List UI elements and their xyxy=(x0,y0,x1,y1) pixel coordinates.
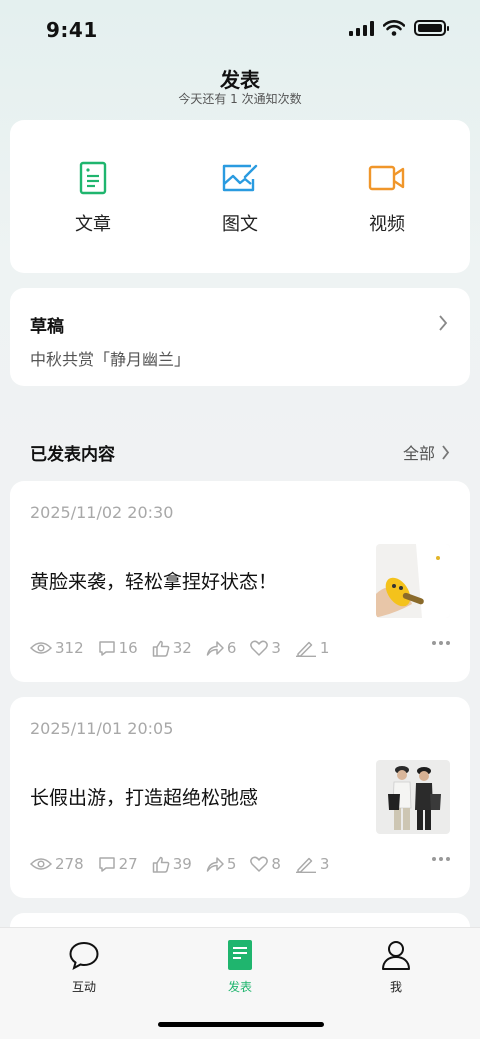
shares-count: 6 xyxy=(226,639,237,657)
publish-video-label: 视频 xyxy=(369,214,405,235)
more-options-icon[interactable] xyxy=(432,857,450,861)
post-title: 黄脸来袭，轻松拿捏好状态！ xyxy=(30,571,278,593)
draft-card[interactable]: 草稿 中秋共赏「静月幽兰」 xyxy=(10,288,470,386)
eye-icon xyxy=(30,858,52,870)
image-edit-icon xyxy=(185,160,295,196)
publish-article-button[interactable]: 文章 xyxy=(38,160,148,236)
edits-count: 3 xyxy=(319,855,330,873)
comments-count: 16 xyxy=(118,639,138,657)
person-icon xyxy=(346,938,446,972)
views-stat: 278 xyxy=(30,855,84,873)
tab-publish[interactable]: 发表 xyxy=(190,938,290,995)
comment-icon xyxy=(98,641,115,656)
views-count: 278 xyxy=(55,855,84,873)
favorites-stat: 3 xyxy=(250,639,281,657)
post-stats: 312 16 32 6 3 1 xyxy=(30,639,343,657)
favorites-stat: 8 xyxy=(250,855,281,873)
tab-interaction[interactable]: 互动 xyxy=(34,938,134,995)
status-icons xyxy=(349,20,449,36)
published-section-title: 已发表内容 xyxy=(30,445,115,465)
share-icon xyxy=(206,857,224,872)
publish-image-text-label: 图文 xyxy=(222,214,258,235)
wifi-icon xyxy=(383,20,405,36)
page-subtitle: 今天还有 1 次通知次数 xyxy=(178,92,302,106)
likes-stat: 32 xyxy=(152,639,192,657)
views-count: 312 xyxy=(55,639,84,657)
publish-video-button[interactable]: 视频 xyxy=(332,160,442,236)
chevron-right-icon xyxy=(442,444,450,460)
tab-publish-label: 发表 xyxy=(227,980,252,994)
shares-stat: 5 xyxy=(206,855,237,873)
bottom-tab-bar: 互动 发表 我 xyxy=(0,927,480,1039)
likes-count: 32 xyxy=(172,639,192,657)
thumbs-up-icon xyxy=(152,856,170,873)
tab-me[interactable]: 我 xyxy=(346,938,446,995)
post-card[interactable]: 2025/11/02 20:30 黄脸来袭，轻松拿捏好状态！ 312 16 32 xyxy=(10,481,470,682)
battery-icon xyxy=(414,20,449,36)
edits-count: 1 xyxy=(319,639,330,657)
more-options-icon[interactable] xyxy=(432,641,450,645)
pen-icon xyxy=(295,641,316,657)
tab-interaction-label: 互动 xyxy=(71,980,96,994)
likes-stat: 39 xyxy=(152,855,192,873)
status-bar: 9:41 xyxy=(0,0,480,60)
page-title: 发表 xyxy=(220,68,260,92)
pen-icon xyxy=(295,857,316,873)
views-stat: 312 xyxy=(30,639,84,657)
home-indicator[interactable] xyxy=(158,1022,324,1027)
tab-me-label: 我 xyxy=(389,980,402,994)
video-camera-icon xyxy=(332,160,442,196)
shares-count: 5 xyxy=(226,855,237,873)
post-stats: 278 27 39 5 8 3 xyxy=(30,855,343,873)
view-all-label: 全部 xyxy=(402,444,435,463)
publish-document-icon xyxy=(190,938,290,972)
post-date: 2025/11/01 20:05 xyxy=(30,719,174,738)
comments-count: 27 xyxy=(118,855,138,873)
comments-stat: 27 xyxy=(98,855,138,873)
post-thumbnail xyxy=(376,760,450,834)
draft-title: 草稿 xyxy=(30,317,64,337)
favorites-count: 8 xyxy=(271,855,281,873)
comment-icon xyxy=(98,857,115,872)
chat-bubble-icon xyxy=(34,938,134,972)
edits-stat: 3 xyxy=(295,855,330,873)
chevron-right-icon xyxy=(439,315,448,331)
publish-image-text-button[interactable]: 图文 xyxy=(185,160,295,236)
comments-stat: 16 xyxy=(98,639,138,657)
favorites-count: 3 xyxy=(271,639,281,657)
share-icon xyxy=(206,641,224,656)
edits-stat: 1 xyxy=(295,639,330,657)
draft-subtitle: 中秋共赏「静月幽兰」 xyxy=(30,350,191,369)
heart-icon xyxy=(250,640,269,656)
document-icon xyxy=(38,160,148,196)
post-thumbnail xyxy=(376,544,450,618)
publish-article-label: 文章 xyxy=(75,214,111,235)
likes-count: 39 xyxy=(172,855,192,873)
cellular-signal-icon xyxy=(349,20,374,36)
publish-options-card: 文章 图文 视频 xyxy=(10,120,470,273)
view-all-link[interactable]: 全部 xyxy=(403,440,450,464)
eye-icon xyxy=(30,642,52,654)
post-card[interactable]: 2025/11/01 20:05 长假出游，打造超绝松弛感 278 27 39 … xyxy=(10,697,470,898)
thumbs-up-icon xyxy=(152,640,170,657)
heart-icon xyxy=(250,856,269,872)
post-date: 2025/11/02 20:30 xyxy=(30,503,174,522)
post-title: 长假出游，打造超绝松弛感 xyxy=(30,787,259,809)
status-time: 9:41 xyxy=(46,18,98,42)
shares-stat: 6 xyxy=(206,639,237,657)
